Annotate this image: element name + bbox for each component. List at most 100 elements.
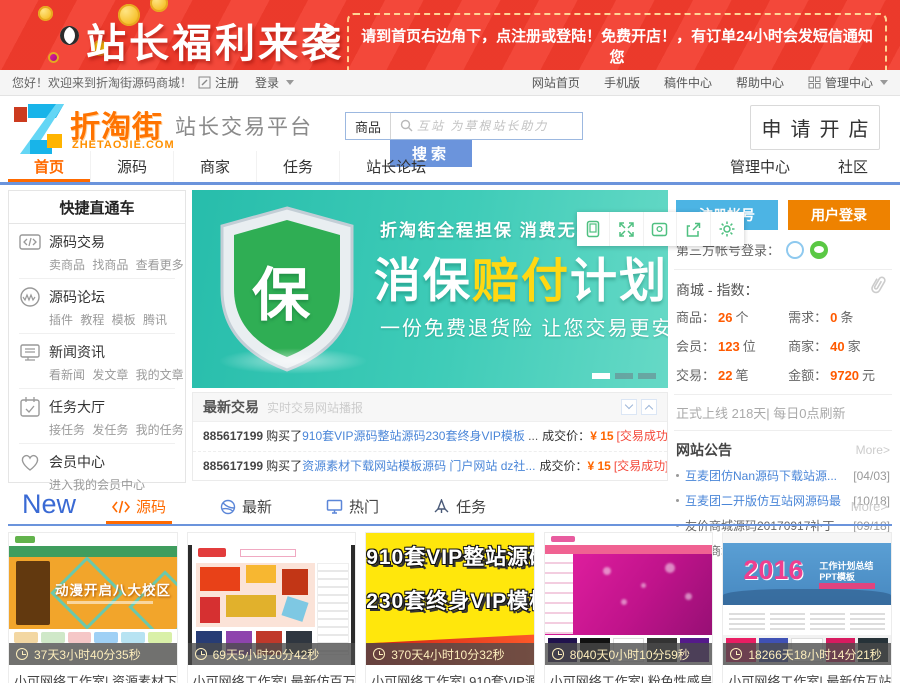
thumbnail-text: 2016 xyxy=(743,555,804,585)
topnav-admin[interactable]: 管理中心 xyxy=(808,74,888,91)
notice-item[interactable]: 互麦团仿Nan源码下载站源... [04/03] xyxy=(674,463,892,488)
new-section-tabs: New 源码 最新 热门 任务 More> xyxy=(8,489,892,526)
topnav-articles[interactable]: 稿件中心 xyxy=(664,74,712,91)
sidebar-item-news[interactable]: 新闻资讯 看新闻 发文章 我的文章 xyxy=(19,333,184,388)
code-icon xyxy=(112,500,131,513)
topnav-home[interactable]: 网站首页 xyxy=(532,74,580,91)
carousel-dots xyxy=(592,373,656,379)
paperclip-icon xyxy=(871,276,886,294)
search-category-select[interactable]: 商品 xyxy=(346,113,391,139)
sidebar-item-task-hall[interactable]: 任务大厅 接任务 发任务 我的任务 xyxy=(19,388,184,443)
product-title[interactable]: 小可网络工作室| 最新仿百万闻 xyxy=(188,665,356,683)
notice-date: [04/03] xyxy=(853,468,890,483)
scroll-up-button[interactable] xyxy=(641,399,657,415)
sidebar-item-links[interactable]: 卖商品 找商品 查看更多 xyxy=(49,256,184,273)
www-globe-icon xyxy=(20,287,40,307)
tab-tasks[interactable]: 任务 xyxy=(427,489,492,524)
product-thumbnail: 2016 工作计划总结PPT模板 18266天18小时14分21秒 xyxy=(723,533,891,665)
tab-source-code[interactable]: 源码 xyxy=(106,489,172,524)
product-card[interactable]: 2016 工作计划总结PPT模板 18266天18小时14分21秒 小可网络工作… xyxy=(722,532,892,683)
uptime-text: 正式上线 218天| 每日0点刷新 xyxy=(674,394,892,431)
trade-user: 885617199 xyxy=(203,429,264,443)
sidebar-item-source-trade[interactable]: 源码交易 卖商品 找商品 查看更多 xyxy=(19,224,184,278)
trade-user: 885617199 xyxy=(203,459,264,473)
site-slogan: 站长交易平台 xyxy=(175,116,313,139)
gear-icon[interactable] xyxy=(711,212,744,246)
trade-item-link[interactable]: 910套VIP源码整站源码230套终身VIP模板 xyxy=(302,429,525,443)
register-link[interactable]: 注册 xyxy=(198,74,239,91)
grid-icon xyxy=(808,76,821,89)
tab-hot[interactable]: 热门 xyxy=(320,489,385,524)
product-title[interactable]: 小可网络工作室| 最新仿互站二 xyxy=(723,665,891,683)
stat-trades: 交易： 22 笔 xyxy=(676,368,749,383)
coin-decoration xyxy=(48,52,59,63)
wechat-login-icon[interactable] xyxy=(810,240,829,259)
trade-item-link[interactable]: 资源素材下载网站模板源码 门户网站 dz社... xyxy=(302,459,535,473)
nav-item-admin[interactable]: 管理中心 xyxy=(706,151,814,182)
carousel-dot[interactable] xyxy=(615,373,633,379)
new-more-link[interactable]: More> xyxy=(851,499,888,514)
share-icon[interactable] xyxy=(677,212,711,246)
globe-icon xyxy=(220,499,236,514)
trade-status: [交易成功] xyxy=(613,459,667,473)
product-card[interactable]: 69天5小时20分42秒 小可网络工作室| 最新仿百万闻 xyxy=(186,532,357,683)
topnav-mobile[interactable]: 手机版 xyxy=(604,74,640,91)
rocket-icon xyxy=(434,498,449,513)
user-login-button[interactable]: 用户登录 xyxy=(788,200,890,230)
product-card[interactable]: 8040天0小时10分59秒 小可网络工作室| 粉色性感皇后 xyxy=(543,532,714,683)
sidebar-item-links[interactable]: 接任务 发任务 我的任务 xyxy=(49,421,184,438)
product-card[interactable]: 动漫开启八大校区 37天3小时40分35秒 小可网络工作室| 资源素材下载 xyxy=(8,532,178,683)
sidebar-item-links[interactable]: 插件 教程 模板 腾讯 xyxy=(49,311,175,328)
product-title[interactable]: 小可网络工作室| 910套VIP源码 xyxy=(366,665,534,683)
product-title[interactable]: 小可网络工作室| 资源素材下载 xyxy=(9,665,177,683)
carousel-tagline: 一份免费退货险 让您交易更安心 xyxy=(380,318,668,340)
product-thumbnail: 8040天0小时10分59秒 xyxy=(544,533,713,665)
notice-more-link[interactable]: More> xyxy=(856,443,890,457)
nav-item-community[interactable]: 社区 xyxy=(814,151,892,182)
clock-icon xyxy=(194,648,207,660)
stats-grid: 商品： 26 个 需求： 0 条 会员： 123 位 商家： 40 家 交易： 22 笔 金额： 97… xyxy=(674,307,892,384)
sidebar-item-links[interactable]: 看新闻 发文章 我的文章 xyxy=(49,366,184,383)
site-header: 折淘街 ZHETAOJIE.COM 站长交易平台 商品 搜索 申请开店 首页 源… xyxy=(0,96,900,185)
code-icon xyxy=(19,234,41,250)
stat-members: 会员： 123 位 xyxy=(676,339,756,354)
open-shop-button[interactable]: 申请开店 xyxy=(750,105,880,150)
nav-item-forum[interactable]: 站长论坛 xyxy=(339,151,452,182)
product-thumbnail: 动漫开启八大校区 37天3小时40分35秒 xyxy=(9,533,177,665)
clock-icon xyxy=(551,648,564,660)
nav-item-source[interactable]: 源码 xyxy=(90,151,173,182)
shield-character: 保 xyxy=(252,263,311,328)
carousel-dot[interactable] xyxy=(592,373,610,379)
tab-newest[interactable]: 最新 xyxy=(214,489,278,524)
sidebar-item-source-forum[interactable]: 源码论坛 插件 教程 模板 腾讯 xyxy=(19,278,175,333)
search-input[interactable] xyxy=(391,113,582,139)
countdown-bar: 18266天18小时14分21秒 xyxy=(723,643,891,665)
main-content: 快捷直通车 源码交易 卖商品 找商品 查看更多 源码论坛 插件 教程 模板 腾讯 xyxy=(8,190,892,558)
main-nav: 首页 源码 商家 任务 站长论坛 管理中心 社区 xyxy=(8,151,892,182)
stat-demands: 需求： 0 条 xyxy=(788,310,854,325)
nav-item-merchants[interactable]: 商家 xyxy=(173,151,256,182)
stats-title: 商城 - 指数： xyxy=(674,270,892,307)
login-link[interactable]: 登录 xyxy=(255,74,295,91)
expand-icon[interactable] xyxy=(610,212,644,246)
qq-login-icon[interactable] xyxy=(786,240,805,259)
nav-item-home[interactable]: 首页 xyxy=(8,151,90,182)
site-logo[interactable] xyxy=(14,104,64,154)
coin-decoration xyxy=(38,6,53,21)
screenshot-icon[interactable] xyxy=(644,212,678,246)
phone-icon[interactable] xyxy=(577,212,611,246)
nav-item-tasks[interactable]: 任务 xyxy=(256,151,339,182)
product-card[interactable]: 910套VIP整站源码 230套终身VIP模板 370天4小时10分32秒 小可… xyxy=(365,532,535,683)
product-title[interactable]: 小可网络工作室| 粉色性感皇后 xyxy=(545,665,713,683)
topnav-help[interactable]: 帮助中心 xyxy=(736,74,784,91)
carousel-title: 消保赔付计划 xyxy=(374,254,668,307)
stat-amount: 金额： 9720 元 xyxy=(788,368,876,383)
heart-icon xyxy=(21,454,39,471)
promo-headline: 站长福利来袭 xyxy=(86,22,344,66)
carousel-dot[interactable] xyxy=(638,373,656,379)
quick-sidebar: 快捷直通车 源码交易 卖商品 找商品 查看更多 源码论坛 插件 教程 模板 腾讯 xyxy=(8,190,186,492)
sidebar-item-label: 源码论坛 xyxy=(49,289,105,305)
countdown-bar: 8040天0小时10分59秒 xyxy=(544,643,713,665)
scroll-down-button[interactable] xyxy=(621,399,637,415)
trade-row: 885617199 购买了资源素材下载网站模板源码 门户网站 dz社... 成交价：… xyxy=(193,451,667,480)
